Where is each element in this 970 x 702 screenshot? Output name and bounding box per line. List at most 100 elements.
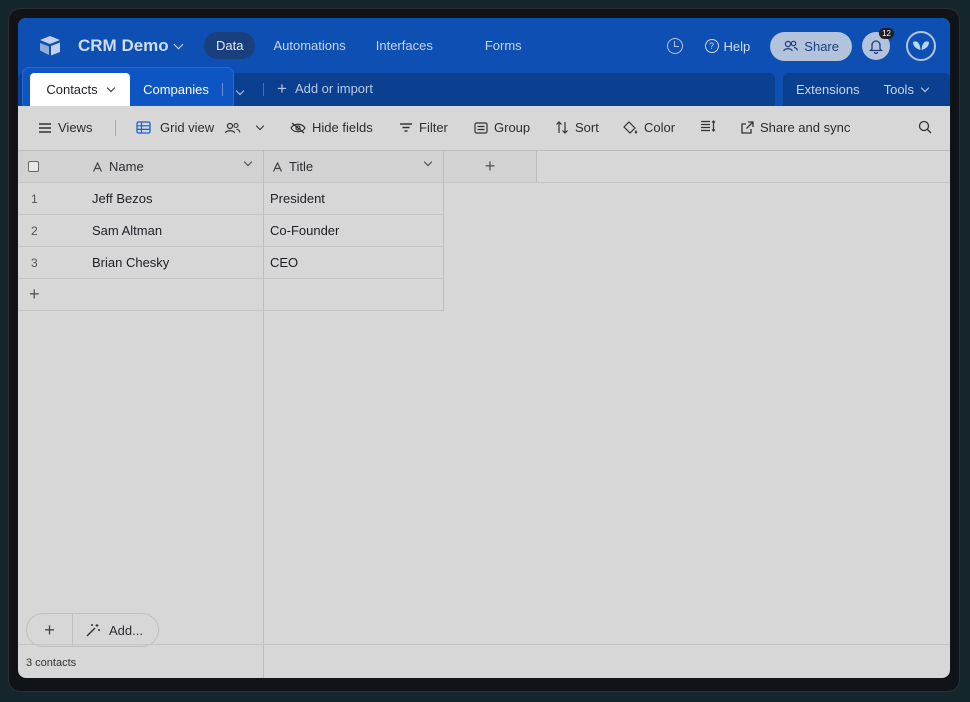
table-row[interactable]: 1 Jeff Bezos xyxy=(18,183,264,215)
help-button[interactable]: ? Help xyxy=(704,39,750,54)
table-row[interactable]: 2 Sam Altman xyxy=(18,215,264,247)
row-number: 1 xyxy=(31,191,38,206)
cell-name[interactable]: Sam Altman xyxy=(92,223,162,238)
share-and-sync-button[interactable]: Share and sync xyxy=(740,120,850,135)
base-name: CRM Demo xyxy=(78,36,169,55)
toolbar-divider xyxy=(115,120,116,136)
row-height-icon xyxy=(701,120,716,132)
paint-bucket-icon xyxy=(623,120,638,134)
nav-interfaces[interactable]: Interfaces xyxy=(364,32,445,59)
tab-contacts[interactable]: Contacts xyxy=(30,73,130,106)
filter-icon xyxy=(400,123,412,132)
row-height-button[interactable] xyxy=(700,120,716,132)
text-field-icon xyxy=(272,161,283,172)
add-record-cell[interactable] xyxy=(264,279,444,311)
app-logo-icon[interactable] xyxy=(38,35,62,57)
history-icon[interactable] xyxy=(666,38,683,54)
chevron-down-icon[interactable] xyxy=(423,157,433,167)
chevron-down-icon[interactable] xyxy=(106,83,115,92)
sort-label: Sort xyxy=(575,120,599,135)
cell-title[interactable]: President xyxy=(264,183,444,215)
tab-divider xyxy=(263,83,264,96)
cell-title-text: President xyxy=(270,191,325,206)
cell-name[interactable]: Brian Chesky xyxy=(92,255,169,270)
table-row[interactable]: 3 Brian Chesky xyxy=(18,247,264,279)
add-or-import-button[interactable]: + Add or import xyxy=(277,79,373,98)
nav-automations[interactable]: Automations xyxy=(261,32,357,59)
magic-wand-icon xyxy=(86,624,100,637)
cell-title-text: CEO xyxy=(270,255,299,270)
view-switcher[interactable]: Grid view xyxy=(136,120,265,135)
chevron-down-icon[interactable] xyxy=(243,157,253,167)
add-field-button[interactable]: + xyxy=(444,151,537,183)
collaborators-icon xyxy=(225,122,241,133)
notification-count-badge: 12 xyxy=(879,28,894,39)
column-header-name[interactable]: Name xyxy=(84,151,264,183)
search-button[interactable] xyxy=(918,120,932,134)
top-right-actions: ? Help Share 12 xyxy=(666,28,936,61)
color-label: Color xyxy=(644,120,676,135)
group-button[interactable]: Group xyxy=(474,120,530,135)
hide-fields-label: Hide fields xyxy=(312,120,373,135)
nav-forms[interactable]: Forms xyxy=(473,32,534,59)
sort-button[interactable]: Sort xyxy=(555,120,599,135)
plus-icon: + xyxy=(44,619,55,640)
plus-icon: + xyxy=(29,284,40,304)
chevron-down-icon xyxy=(173,39,184,49)
select-all-cell xyxy=(18,151,84,183)
column-name-label: Name xyxy=(109,159,144,174)
chevron-down-icon xyxy=(255,121,265,130)
column-header-title[interactable]: Title xyxy=(264,151,444,183)
row-number: 3 xyxy=(31,255,38,270)
group-label: Group xyxy=(494,120,531,135)
view-toolbar: Views Grid view Hide fields Filter Group… xyxy=(18,106,950,151)
tools-label: Tools xyxy=(883,82,914,97)
chevron-down-icon xyxy=(920,83,930,92)
grid-footer: 3 contacts xyxy=(18,644,950,678)
cell-title-text: Co-Founder xyxy=(270,223,340,238)
chevron-down-icon xyxy=(235,86,245,96)
search-icon xyxy=(918,120,932,134)
add-with-ai-button[interactable]: Add... xyxy=(73,623,143,638)
plus-icon: + xyxy=(277,79,287,98)
column-title-label: Title xyxy=(289,159,314,174)
tab-companies-label: Companies xyxy=(143,82,209,97)
color-button[interactable]: Color xyxy=(623,120,675,135)
avatar[interactable] xyxy=(906,31,936,61)
views-button[interactable]: Views xyxy=(38,120,92,135)
view-name: Grid view xyxy=(160,120,215,135)
table-tabs-row: Contacts Companies + Add or import Exten… xyxy=(18,67,950,111)
cell-title[interactable]: CEO xyxy=(264,247,444,279)
people-icon xyxy=(783,40,799,52)
help-icon: ? xyxy=(704,39,719,53)
hamburger-icon xyxy=(39,122,51,133)
add-record-row[interactable]: + xyxy=(18,279,264,311)
share-and-sync-label: Share and sync xyxy=(760,120,851,135)
record-count: 3 contacts xyxy=(26,657,77,669)
share-label: Share xyxy=(804,38,839,54)
app-window: CRM Demo Data Automations Interfaces For… xyxy=(18,18,950,678)
text-field-icon xyxy=(92,161,103,172)
filter-button[interactable]: Filter xyxy=(399,120,448,135)
add-or-import-label: Add or import xyxy=(294,81,373,96)
select-all-checkbox[interactable] xyxy=(28,161,39,172)
hide-fields-button[interactable]: Hide fields xyxy=(290,120,373,135)
notifications-button[interactable]: 12 xyxy=(862,28,894,60)
add-pill: + Add... xyxy=(26,613,159,647)
extensions-button[interactable]: Extensions xyxy=(796,82,860,97)
tools-button[interactable]: Tools xyxy=(883,82,930,97)
cell-title[interactable]: Co-Founder xyxy=(264,215,444,247)
cell-name[interactable]: Jeff Bezos xyxy=(92,191,152,206)
base-name-dropdown[interactable]: CRM Demo xyxy=(78,36,184,56)
group-icon xyxy=(474,121,488,134)
nav-data[interactable]: Data xyxy=(204,32,256,59)
add-record-button[interactable]: + xyxy=(27,613,73,647)
tab-companies[interactable]: Companies xyxy=(130,73,222,106)
top-nav: Data Automations Interfaces Forms xyxy=(204,32,534,59)
views-label: Views xyxy=(58,120,93,135)
grid-view-icon xyxy=(136,121,151,134)
tables-menu-button[interactable] xyxy=(235,82,245,97)
share-button[interactable]: Share xyxy=(770,31,852,61)
tab-contacts-label: Contacts xyxy=(46,82,98,97)
plus-icon: + xyxy=(484,156,496,176)
